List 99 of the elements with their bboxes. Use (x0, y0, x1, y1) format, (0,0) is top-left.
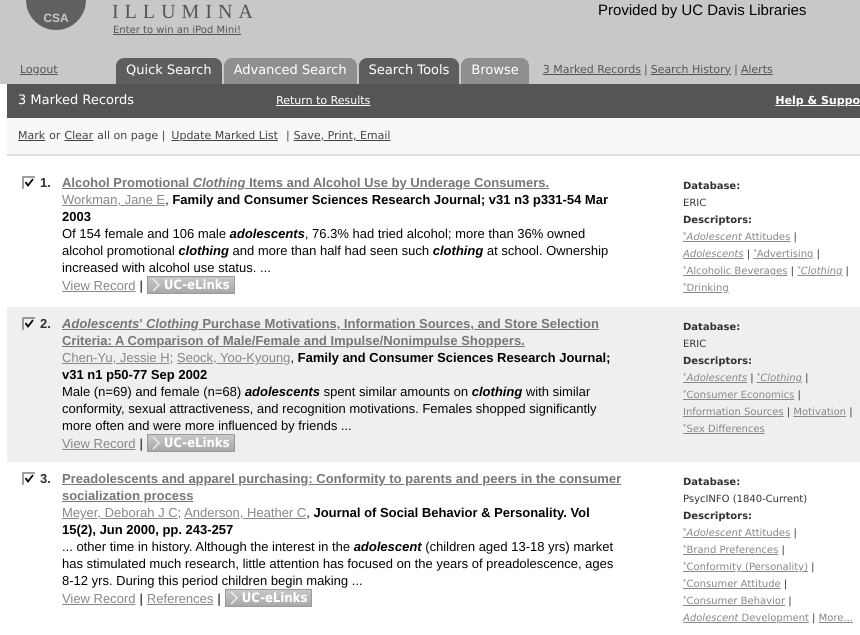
record-link[interactable]: References (146, 590, 214, 606)
descriptors-label: Descriptors: (683, 214, 754, 228)
separator: | (749, 373, 755, 384)
abstract-text: ... other time in history. Although the interest in the adolescent (children aged 13-18 yrs) market has stimulated much research, little attention has focused on the years of preadolescence, ages 8-12 yrs. During this period children begin making ... (62, 538, 614, 589)
nav-tab[interactable]: Quick Search (116, 58, 222, 84)
chevron-icon (230, 591, 238, 605)
brand-wordmark: ILLUMINA (112, 2, 259, 22)
descriptor-link[interactable]: $^{*}$Brand Preferences (683, 545, 778, 556)
bar-title: 3 Marked Records (18, 92, 134, 110)
all-on-page-text: all on page | (97, 128, 166, 144)
save-link[interactable]: Save, Print, Email (294, 128, 390, 144)
uc-elinks-button[interactable]: UC-eLinks (146, 434, 235, 452)
descriptor-link[interactable]: Adolescent Development (683, 613, 809, 624)
abstract-text: Male (n=69) and female (n=68) adolescents spent similar amounts on clothing with similar conformity, sexual attractiveness, and recognition motivations. Females shopped significantly more often and were more influenced by friends ... (62, 383, 598, 434)
descriptor-link[interactable]: $^{*}$Consumer Attitude (683, 579, 781, 590)
separator: | (796, 390, 801, 401)
record-title-link[interactable]: Adolescents' Clothing Purchase Motivations, Information Sources, and Store Selection Criteria: A Comparison of Male/Female and Impulse/Nonimpulse Shoppers. (62, 315, 627, 349)
author-link[interactable]: Chen-Yu, Jessie H (62, 350, 170, 365)
promo-link[interactable]: Enter to win an iPod Mini! (113, 23, 241, 38)
nav-link[interactable]: Search History (650, 62, 732, 78)
nav-tab[interactable]: Advanced Search (224, 58, 357, 84)
nav-link[interactable]: Alerts (740, 62, 773, 78)
author-link[interactable]: Seock, Yoo-Kyoung (176, 350, 290, 365)
nav-tab[interactable]: Browse (461, 58, 529, 84)
database-label: Database: (683, 180, 742, 194)
record-link[interactable]: View Record (62, 276, 136, 294)
descriptors-label: Descriptors: (683, 355, 754, 369)
mark-link[interactable]: Mark (18, 128, 46, 144)
descriptor-link[interactable]: $^{*}$Clothing (756, 373, 802, 384)
record-title-link[interactable]: Preadolescents and apparel purchasing: Conformity to parents and peers in the consumer socialization process (62, 470, 627, 504)
checkbox[interactable] (22, 176, 36, 190)
separator: | (139, 276, 143, 294)
separator: | (139, 590, 143, 606)
separator: | (787, 596, 792, 607)
descriptor-link[interactable]: $^{*}$Alcoholic Beverages (683, 266, 788, 277)
descriptor-link[interactable]: $^{*}$Advertising (753, 249, 814, 260)
separator: | (746, 249, 752, 260)
author-link[interactable]: Meyer, Deborah J C (62, 505, 178, 520)
descriptors-label: Descriptors: (683, 510, 754, 524)
descriptor-link[interactable]: $^{*}$Adolescent Attitudes (683, 232, 790, 243)
database-name: PsycINFO (1840-Current) (683, 493, 808, 507)
separator: | (734, 62, 738, 78)
separator: | (810, 562, 815, 573)
record-title-link[interactable]: Alcohol Promotional Clothing Items and Alcohol Use by Underage Consumers. (62, 174, 627, 191)
descriptor-link[interactable]: $^{*}$Consumer Behavior (683, 596, 786, 607)
descriptor-link[interactable]: $^{*}$Adolescents (683, 373, 748, 384)
separator: | (804, 373, 808, 384)
separator: | (217, 590, 221, 606)
separator: | (811, 613, 816, 624)
update-link[interactable]: Update Marked List (171, 128, 278, 144)
descriptor-link[interactable]: $^{*}$Adolescent Attitudes (683, 528, 790, 539)
separator: | (792, 232, 797, 243)
chevron-icon (152, 436, 160, 450)
or-text: or (49, 128, 60, 144)
separator: | (790, 266, 796, 277)
descriptor-link[interactable]: Adolescents (683, 249, 744, 260)
nav-link[interactable]: 3 Marked Records (542, 62, 641, 78)
checkbox[interactable] (22, 472, 36, 486)
separator: | (782, 579, 788, 590)
record-link[interactable]: View Record (62, 434, 136, 452)
clear-link[interactable]: Clear (64, 128, 94, 144)
database-name: ERIC (683, 338, 708, 352)
separator: | (786, 407, 792, 418)
separator: | (286, 128, 290, 144)
descriptor-link[interactable]: More... (818, 613, 853, 624)
descriptor-link[interactable]: Motivation (793, 407, 846, 418)
provider-text: Provided by UC Davis Libraries (598, 3, 806, 18)
nav-tab[interactable]: Search Tools (358, 58, 460, 84)
abstract-text: Of 154 female and 106 male adolescents, 76.3% had tried alcohol; more than 36% owned alcohol promotional clothing and more than half had seen such clothing at school. Ownership increased with alcohol use status. ... (62, 225, 610, 276)
chevron-icon (152, 278, 160, 292)
logout-link[interactable]: Logout (20, 62, 116, 78)
separator: | (848, 407, 853, 418)
record-number: 1. (40, 174, 52, 192)
checkbox[interactable] (22, 317, 36, 331)
descriptor-link[interactable]: $^{*}$Clothing (797, 266, 842, 277)
author-link[interactable]: Workman, Jane E (62, 192, 166, 207)
help-link[interactable]: Help & Suppo (775, 92, 860, 110)
descriptor-link[interactable]: $^{*}$Consumer Economics (683, 390, 794, 401)
record-link[interactable]: View Record (62, 590, 136, 606)
uc-elinks-button[interactable]: UC-eLinks (224, 589, 312, 607)
author-link[interactable]: Anderson, Heather C (184, 505, 306, 520)
separator: | (844, 266, 849, 277)
record-number: 3. (40, 470, 52, 488)
separator: | (139, 434, 143, 452)
descriptor-link[interactable]: $^{*}$Conformity (Personality) (683, 562, 808, 573)
separator: | (644, 62, 648, 78)
database-label: Database: (683, 476, 742, 490)
uc-elinks-button[interactable]: UC-eLinks (146, 276, 235, 294)
record-number: 2. (40, 315, 52, 333)
descriptor-link[interactable]: $^{*}$Drinking (683, 283, 729, 294)
separator: | (780, 545, 785, 556)
separator: | (792, 528, 797, 539)
separator: | (816, 249, 820, 260)
descriptor-link[interactable]: Information Sources (683, 407, 784, 418)
database-label: Database: (683, 321, 742, 335)
database-name: ERIC (683, 197, 708, 211)
return-link[interactable]: Return to Results (276, 92, 370, 110)
descriptor-link[interactable]: $^{*}$Sex Differences (683, 424, 765, 435)
logo-text: CSA (43, 12, 69, 24)
